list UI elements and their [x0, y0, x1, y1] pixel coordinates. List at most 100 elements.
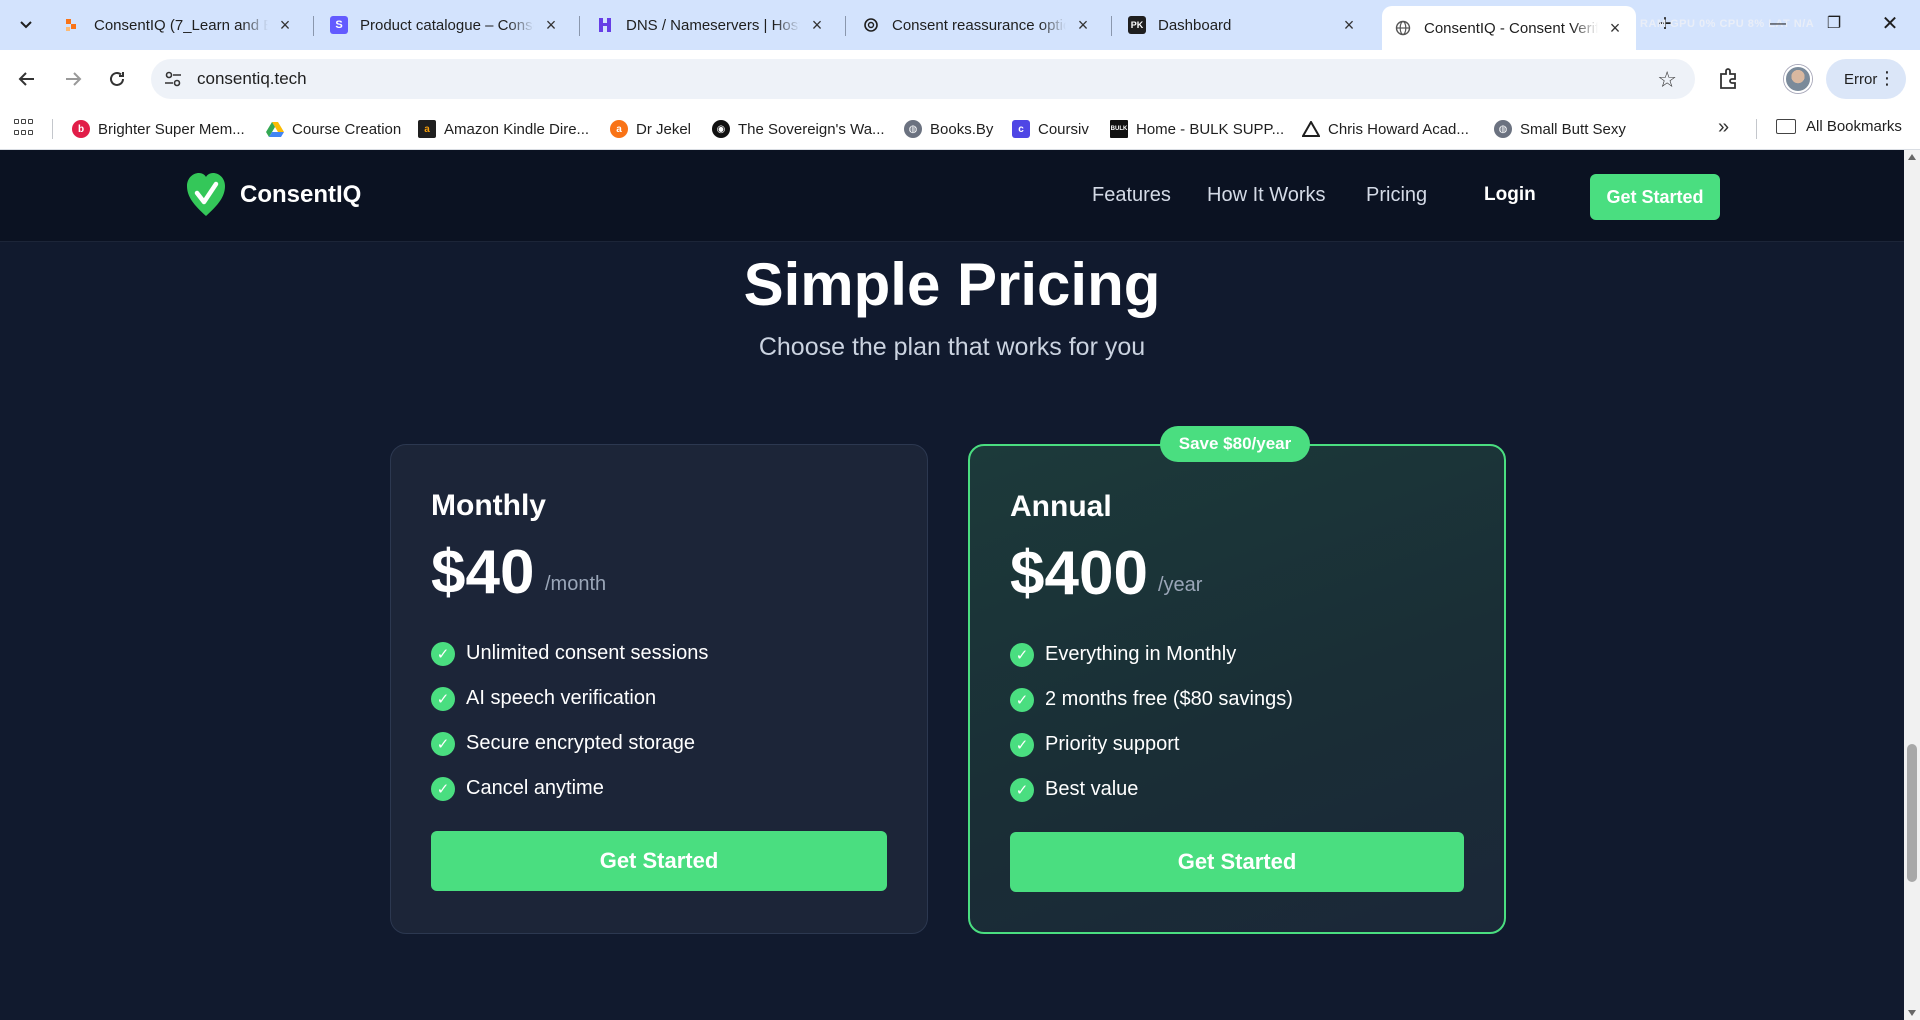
close-icon[interactable]: ×	[808, 16, 826, 34]
browser-tab[interactable]: PK Dashboard ×	[1116, 8, 1370, 42]
tab-search-button[interactable]	[12, 11, 40, 39]
pricing-title: Simple Pricing	[743, 251, 1161, 318]
bookmark-star-icon[interactable]: ☆	[1657, 67, 1677, 93]
browser-tab[interactable]: DNS / Nameservers | Hostinger ×	[584, 8, 838, 42]
plan-name: Annual	[1010, 490, 1112, 523]
bookmarks-separator	[52, 119, 53, 139]
all-bookmarks-label: All Bookmarks	[1806, 118, 1902, 135]
feature-item: ✓ Everything in Monthly	[1010, 632, 1293, 677]
check-circle-icon: ✓	[1010, 777, 1034, 802]
page-viewport: ConsentIQ Features How It Works Pricing …	[0, 150, 1904, 1020]
bookmark-item[interactable]: b Brighter Super Mem...	[72, 118, 245, 140]
close-icon[interactable]: ×	[1340, 16, 1358, 34]
arrow-right-icon	[66, 72, 82, 86]
feature-item: ✓ 2 months free ($80 savings)	[1010, 677, 1293, 722]
browser-tab[interactable]: S Product catalogue – ConsentIQ ×	[318, 8, 572, 42]
orange-dots-icon	[64, 16, 82, 34]
feature-text: Cancel anytime	[466, 777, 604, 799]
tab-title: DNS / Nameservers | Hostinger	[626, 16, 800, 34]
forward-button[interactable]	[56, 62, 90, 96]
close-icon[interactable]: ×	[1074, 16, 1092, 34]
minimize-button[interactable]: —	[1758, 10, 1798, 38]
bookmark-item[interactable]: ◍ Books.By	[904, 118, 993, 140]
close-icon[interactable]: ×	[1606, 19, 1624, 37]
close-icon[interactable]: ×	[276, 16, 294, 34]
heart-check-logo-icon	[187, 173, 225, 216]
bulk-icon: BULK	[1110, 120, 1128, 138]
letter-a-icon: a	[610, 120, 628, 138]
globe-icon: ◍	[1494, 120, 1512, 138]
scroll-down-arrow-icon[interactable]	[1908, 1010, 1916, 1016]
tab-title: ConsentIQ (7_Learn and Engage)	[94, 16, 268, 34]
pk-icon: PK	[1128, 16, 1146, 34]
profile-avatar[interactable]	[1784, 65, 1812, 93]
url-text[interactable]: consentiq.tech	[197, 69, 307, 89]
feature-list: ✓ Everything in Monthly ✓ 2 months free ($…	[1010, 632, 1293, 812]
feature-item: ✓ Best value	[1010, 767, 1293, 812]
savings-badge: Save $80/year	[1160, 426, 1310, 462]
nav-link-pricing[interactable]: Pricing	[1366, 184, 1427, 207]
bookmark-item[interactable]: a Dr Jekel	[610, 118, 691, 140]
browser-tab[interactable]: Consent reassurance options ×	[850, 8, 1104, 42]
tab-title: Dashboard	[1158, 16, 1232, 34]
extensions-puzzle-icon[interactable]	[1716, 66, 1742, 92]
amazon-icon: a	[418, 120, 436, 138]
scroll-up-arrow-icon[interactable]	[1908, 154, 1916, 160]
brighter-icon: b	[72, 120, 90, 138]
globe-icon: ◍	[904, 120, 922, 138]
bookmark-label: Books.By	[930, 120, 994, 138]
bookmark-item[interactable]: c Coursiv	[1012, 118, 1089, 140]
hostinger-h-icon	[596, 16, 614, 34]
monthly-get-started-button[interactable]: Get Started	[431, 831, 887, 891]
login-link[interactable]: Login	[1484, 184, 1536, 206]
site-logo[interactable]: ConsentIQ	[186, 172, 361, 218]
reload-icon	[110, 71, 124, 86]
feature-item: ✓ Secure encrypted storage	[431, 721, 708, 766]
bookmark-item[interactable]: BULK Home - BULK SUPP...	[1110, 118, 1284, 140]
feature-item: ✓ Unlimited consent sessions	[431, 631, 708, 676]
tab-separator	[313, 16, 314, 36]
brand-name: ConsentIQ	[240, 181, 362, 208]
bookmark-item[interactable]: Course Creation	[266, 118, 401, 140]
stripe-s-icon: S	[330, 16, 348, 34]
site-info-icon[interactable]	[163, 69, 183, 89]
bookmark-label: Coursiv	[1038, 120, 1089, 138]
annual-plan-card: Annual $400 /year ✓ Everything in Monthly…	[968, 444, 1506, 934]
kebab-menu-icon[interactable]: ⋮	[1878, 67, 1896, 89]
tab-title: Consent reassurance options	[892, 16, 1066, 34]
browser-tab[interactable]: ConsentIQ (7_Learn and Engage) ×	[52, 8, 306, 42]
more-bookmarks-chevron-icon[interactable]: »	[1718, 116, 1729, 139]
close-window-button[interactable]: ✕	[1870, 10, 1910, 38]
restore-button[interactable]: ❐	[1814, 10, 1854, 38]
tab-title: Product catalogue – ConsentIQ	[360, 16, 534, 34]
bookmark-label: Home - BULK SUPP...	[1136, 120, 1285, 138]
plan-period: /year	[1158, 574, 1203, 596]
bookmarks-separator	[1756, 119, 1757, 139]
annual-get-started-button[interactable]: Get Started	[1010, 832, 1464, 892]
bookmark-item[interactable]: Chris Howard Acad...	[1302, 118, 1469, 140]
nav-link-features[interactable]: Features	[1092, 184, 1171, 207]
address-bar[interactable]: consentiq.tech ☆	[151, 59, 1695, 99]
bookmark-item[interactable]: ◍ Small Butt Sexy	[1494, 118, 1626, 140]
scrollbar-thumb[interactable]	[1907, 744, 1917, 882]
bookmark-label: Chris Howard Acad...	[1328, 120, 1469, 138]
browser-tab-active[interactable]: ConsentIQ - Consent Verification ×	[1382, 6, 1636, 50]
tab-separator	[845, 16, 846, 36]
back-button[interactable]	[10, 62, 44, 96]
feature-text: Best value	[1045, 778, 1139, 800]
profile-error-button[interactable]: Error ⋮	[1826, 59, 1906, 99]
feature-item: ✓ Priority support	[1010, 722, 1293, 767]
apps-grid-icon[interactable]	[14, 119, 34, 139]
bookmark-item[interactable]: ◉ The Sovereign's Wa...	[712, 118, 885, 140]
reload-button[interactable]	[100, 62, 134, 96]
bookmark-label: Course Creation	[292, 120, 402, 138]
bookmark-item[interactable]: a Amazon Kindle Dire...	[418, 118, 589, 140]
close-icon[interactable]: ×	[542, 16, 560, 34]
all-bookmarks-button[interactable]: All Bookmarks	[1776, 118, 1902, 135]
tab-separator	[579, 16, 580, 36]
nav-link-how-it-works[interactable]: How It Works	[1207, 184, 1326, 207]
nav-get-started-button[interactable]: Get Started	[1590, 174, 1720, 220]
page-scrollbar[interactable]	[1904, 150, 1920, 1020]
plan-price: $400	[1010, 539, 1148, 608]
plan-period: /month	[545, 573, 607, 595]
